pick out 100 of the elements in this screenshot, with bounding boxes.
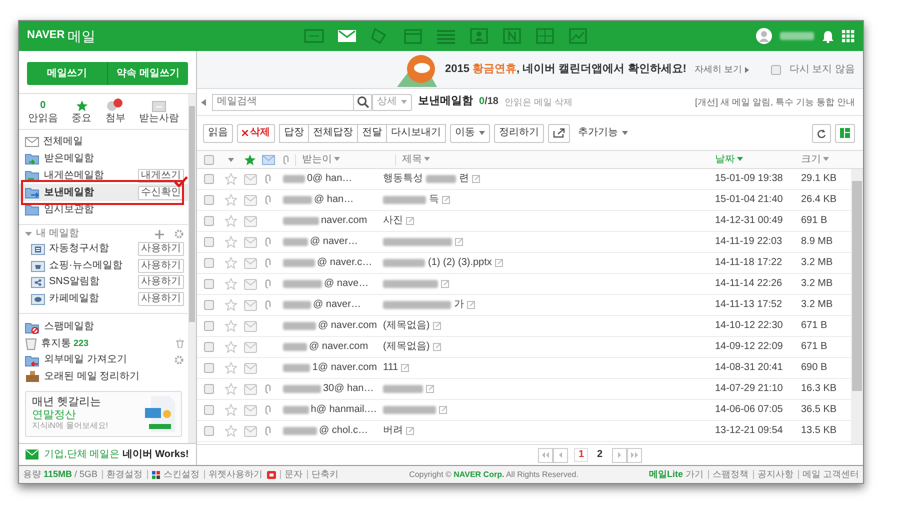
toolbar-button[interactable]: 읽음 [203, 124, 233, 142]
dont-show-checkbox[interactable] [771, 64, 782, 74]
app-icon[interactable] [468, 28, 489, 44]
promo-text[interactable]: 기업,단체 메일은 네이버 Works! [44, 448, 189, 460]
row-checkbox[interactable] [204, 321, 214, 331]
collapse-arrow-icon[interactable] [201, 98, 206, 106]
delete-button[interactable]: 삭제 [237, 124, 275, 142]
email-row[interactable]: @ naver.com (제목없음) 14-10-12 22:30 671 B [197, 316, 851, 337]
details-link[interactable]: 자세히 보기 [694, 64, 749, 75]
refresh-button[interactable] [812, 124, 831, 142]
export-button[interactable] [548, 124, 570, 142]
row-checkbox[interactable] [204, 426, 214, 436]
external-link-icon[interactable] [401, 364, 410, 372]
footer-link[interactable]: 공지사항 [758, 469, 794, 480]
subject-text[interactable]: 사진 [383, 215, 403, 227]
scrollbar-thumb[interactable] [852, 181, 862, 391]
footer-link[interactable]: 문자 [284, 469, 303, 480]
email-row[interactable]: @ naver… 14-11-19 22:03 8.9 MB [197, 232, 851, 253]
app-icon[interactable] [568, 28, 588, 44]
page-link[interactable]: 1 [574, 448, 588, 462]
email-row[interactable]: 1@ naver.com 111 14-08-31 20:41 690 B [197, 358, 851, 379]
scrollbar-track[interactable] [188, 94, 196, 443]
external-link-icon[interactable] [439, 406, 447, 414]
column-header[interactable]: 받는이 [302, 154, 340, 166]
folder-item[interactable]: 외부메일 가져오기 [19, 352, 188, 368]
email-row[interactable]: 0@ han… 행동특성 련 15-01-09 19:38 29.1 KB [197, 169, 851, 190]
avatar-icon[interactable] [756, 28, 772, 44]
subject-text[interactable]: 버려 [383, 425, 403, 437]
footer-link[interactable]: 단축키 [312, 469, 339, 480]
address-card-icon[interactable] [152, 101, 166, 112]
app-icon[interactable] [534, 28, 555, 44]
star-icon[interactable] [225, 215, 237, 227]
toolbar-button[interactable]: 전체답장 [309, 124, 358, 142]
email-row[interactable]: @ naver.c… (1) (2) (3).pptx 14-11-18 17:22 3.2 MB [197, 253, 851, 274]
subject-text[interactable]: (1) (2) (3).pptx [428, 257, 492, 269]
attachment-icon[interactable] [106, 98, 124, 112]
subject-text[interactable]: 행동특성 [383, 173, 423, 185]
row-checkbox[interactable] [204, 300, 214, 310]
folder-item[interactable]: 보낸메일함 수신확인 [19, 184, 188, 201]
caret-icon[interactable] [25, 231, 32, 237]
star-icon[interactable] [225, 173, 237, 185]
star-icon[interactable] [225, 236, 237, 248]
app-icon[interactable] [436, 28, 456, 44]
subject-text[interactable]: (제목없음) [383, 320, 430, 332]
app-icon[interactable] [304, 28, 324, 44]
filter-label[interactable]: 안읽음 [28, 113, 58, 125]
row-checkbox[interactable] [204, 363, 214, 373]
footer-link[interactable]: 위젯사용하기 [208, 469, 263, 480]
star-icon[interactable] [225, 404, 237, 416]
search-field[interactable]: 메일검색 [212, 94, 354, 110]
settings-icon[interactable] [174, 355, 184, 366]
external-link-icon[interactable] [441, 280, 449, 288]
footer-link[interactable]: 메일 고객센터 [802, 469, 860, 480]
last-page-button[interactable] [626, 448, 642, 462]
envelope-icon[interactable] [262, 154, 274, 164]
star-icon[interactable] [225, 425, 237, 437]
row-checkbox[interactable] [204, 195, 214, 205]
scrollbar-thumb[interactable] [189, 106, 195, 322]
banner-text[interactable]: 2015 황금연휴, 네이버 캘린더앱에서 확인하세요! [445, 62, 686, 76]
email-row[interactable]: @ nave… 14-11-14 22:26 3.2 MB [197, 274, 851, 295]
select-all-checkbox[interactable] [204, 154, 214, 164]
notice-link[interactable]: [개선] 새 메일 알림, 특수 기능 통합 안내 [694, 96, 855, 108]
subject-text[interactable]: 가 [454, 299, 464, 311]
star-icon[interactable] [225, 362, 237, 374]
layout-button[interactable] [835, 124, 855, 142]
toolbar-button[interactable]: 전달 [358, 124, 387, 142]
external-link-icon[interactable] [455, 238, 463, 246]
filter-label[interactable]: 중요 [72, 113, 92, 125]
column-header[interactable]: 크기 [801, 154, 829, 164]
toolbar-button[interactable]: 정리하기 [494, 124, 544, 142]
settings-icon[interactable] [174, 229, 184, 239]
star-icon[interactable] [225, 383, 237, 395]
star-icon[interactable] [244, 154, 256, 166]
empty-trash-icon[interactable] [176, 339, 184, 348]
app-icon[interactable] [402, 28, 423, 44]
toolbar-button[interactable]: 답장 [279, 124, 309, 142]
ad-banner[interactable]: 매년 헷갈리는 연말정산 지식iN에 물어보세요! [25, 391, 182, 437]
filter-label[interactable]: 받는사람 [139, 113, 180, 125]
folder-item[interactable]: 오래된 메일 정리하기 [19, 368, 188, 385]
bell-icon[interactable] [822, 30, 834, 42]
subject-text[interactable]: 111 [383, 362, 398, 374]
filter-label[interactable]: 첨부 [105, 113, 126, 125]
folder-item[interactable]: 전체메일 [19, 133, 188, 150]
add-icon[interactable] [155, 230, 164, 238]
folder-item[interactable]: 카페메일함 사용하기 [19, 290, 188, 307]
external-link-icon[interactable] [494, 259, 503, 267]
external-link-icon[interactable] [467, 301, 475, 309]
star-icon[interactable] [225, 278, 237, 290]
footer-link[interactable]: 환경설정 [106, 469, 143, 480]
folder-item[interactable]: 임시보관함 [19, 201, 188, 218]
row-checkbox[interactable] [204, 258, 214, 268]
search-icon[interactable] [356, 96, 368, 108]
external-link-icon[interactable] [406, 427, 414, 435]
email-row[interactable]: naver.com 사진 14-12-31 00:49 691 B [197, 211, 851, 232]
external-link-icon[interactable] [432, 322, 441, 330]
star-icon[interactable] [225, 257, 237, 269]
dropdown-caret-icon[interactable] [228, 158, 234, 162]
search-button[interactable] [354, 94, 372, 110]
folder-item[interactable]: 스팸메일함 [19, 319, 188, 336]
dont-show-label[interactable]: 다시 보지 않음 [789, 64, 855, 76]
